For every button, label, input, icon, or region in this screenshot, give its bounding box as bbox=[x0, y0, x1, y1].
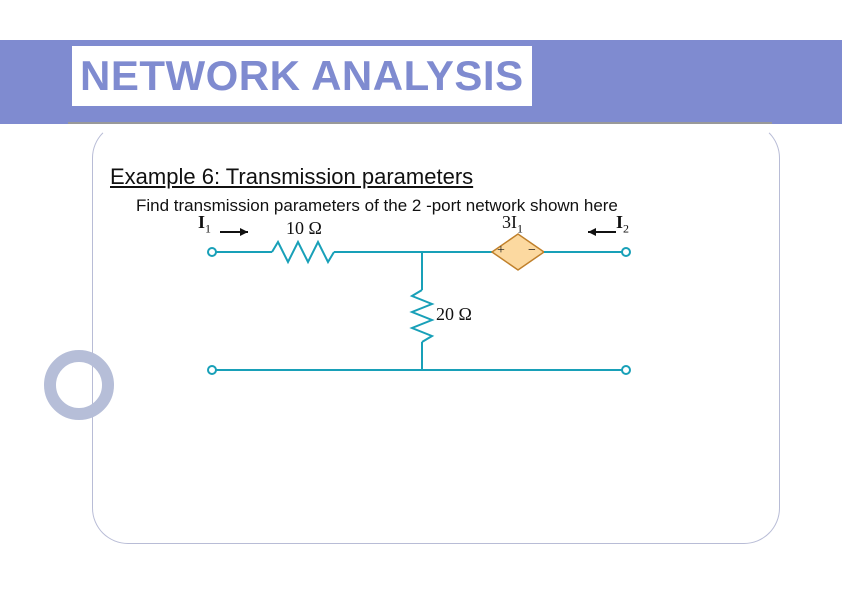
label-minus: − bbox=[528, 243, 536, 259]
label-r2: 20 Ω bbox=[436, 304, 472, 325]
page-title: NETWORK ANALYSIS bbox=[72, 46, 532, 106]
slide: NETWORK ANALYSIS Example 6: Transmission… bbox=[0, 0, 842, 595]
circuit-diagram: I1 I2 10 Ω 20 Ω 3I1 + − bbox=[196, 220, 642, 390]
label-dep: 3I1 bbox=[502, 212, 523, 237]
label-plus: + bbox=[497, 243, 505, 259]
circuit-svg bbox=[196, 220, 642, 390]
example-heading: Example 6: Transmission parameters bbox=[110, 164, 473, 190]
label-r1: 10 Ω bbox=[286, 218, 322, 239]
label-i2: I2 bbox=[616, 212, 629, 237]
bullet-ring-icon bbox=[44, 350, 114, 420]
label-i1: I1 bbox=[198, 212, 211, 237]
